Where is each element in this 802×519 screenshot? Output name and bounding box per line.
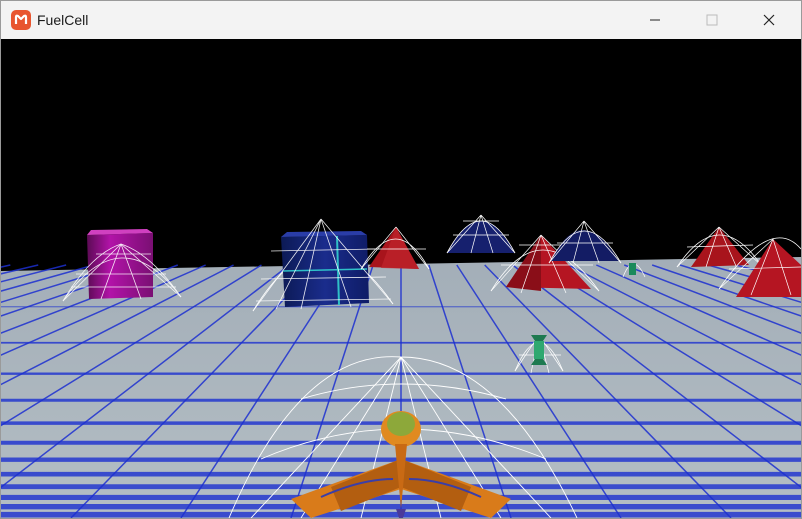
game-scene [1,39,801,518]
title-bar[interactable]: FuelCell [1,1,801,39]
minimize-icon [650,19,660,21]
maximize-button[interactable] [689,1,735,39]
minimize-button[interactable] [632,1,678,39]
app-window: FuelCell [0,0,802,519]
game-viewport[interactable] [1,39,801,518]
window-title: FuelCell [37,12,89,28]
maximize-icon [706,14,718,26]
close-button[interactable] [746,1,792,39]
monogame-logo-icon [11,10,31,30]
close-icon [763,14,775,26]
